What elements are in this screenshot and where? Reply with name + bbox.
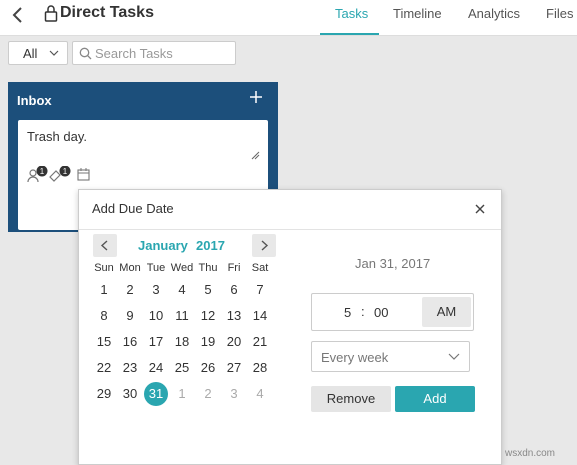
back-chevron-icon[interactable] [8,5,28,25]
task-text[interactable]: Trash day. [27,129,87,144]
calendar-day[interactable]: 23 [117,358,143,378]
prev-month-button[interactable] [93,234,117,257]
calendar-day[interactable]: 1 [91,280,117,300]
calendar-day[interactable]: 10 [143,306,169,326]
tab-tasks[interactable]: Tasks [335,6,368,21]
calendar-day[interactable]: 17 [143,332,169,352]
tab-timeline[interactable]: Timeline [393,6,442,21]
page-title: Direct Tasks [60,4,154,21]
calendar-day[interactable]: 13 [221,306,247,326]
assignee-icon[interactable] [27,169,39,183]
chevron-down-icon [49,50,59,56]
search-input[interactable] [95,44,233,62]
calendar-day[interactable]: 14 [247,306,273,326]
chevron-right-icon [261,240,269,251]
minute-input[interactable]: 00 [374,305,388,320]
calendar-day[interactable]: 20 [221,332,247,352]
calendar-day[interactable]: 6 [221,280,247,300]
lock-icon [44,5,58,22]
card-action-icons: 1 1 [27,166,90,183]
add-due-date-dialog: Add Due Date January 2017 Sun Mon Tue Wed Th… [78,189,502,465]
calendar-day[interactable]: 19 [195,332,221,352]
calendar-day[interactable]: 24 [143,358,169,378]
calendar-day[interactable]: 5 [195,280,221,300]
calendar-day[interactable]: 3 [143,280,169,300]
calendar-day[interactable]: 30 [117,384,143,404]
filter-selected-label: All [23,46,38,61]
calendar-day[interactable]: 8 [91,306,117,326]
next-month-button[interactable] [252,234,276,257]
chevron-down-icon [448,353,460,360]
hour-input[interactable]: 5 [344,305,351,320]
search-box[interactable] [72,41,236,65]
tab-analytics[interactable]: Analytics [468,6,520,21]
filter-dropdown[interactable]: All [8,41,68,65]
calendar-day[interactable]: 18 [169,332,195,352]
calendar-icon[interactable] [77,168,90,181]
calendar-day[interactable]: 2 [195,384,221,404]
assignee-count: 1 [40,167,45,176]
weekday-header: Sat [251,262,269,274]
search-icon [79,47,92,60]
calendar-month: January [138,238,188,253]
weekday-header: Fri [227,262,241,274]
top-bar: Direct Tasks Tasks Timeline Analytics Fi… [0,0,577,36]
board-title: Inbox [17,93,52,108]
add-button[interactable]: Add [395,386,475,412]
calendar-day[interactable]: 4 [169,280,195,300]
time-separator: : [361,304,365,319]
am-pm-toggle[interactable]: AM [422,297,471,327]
remove-button[interactable]: Remove [311,386,391,412]
repeat-selected-label: Every week [321,350,389,365]
resize-handle-icon[interactable] [251,151,260,160]
weekday-header: Thu [198,262,218,274]
calendar-day[interactable]: 4 [247,384,273,404]
calendar-day[interactable]: 2 [117,280,143,300]
dialog-divider [79,229,501,230]
calendar-year: 2017 [196,238,225,253]
active-tab-indicator [320,33,379,35]
tag-count: 1 [63,167,68,176]
calendar-day[interactable]: 7 [247,280,273,300]
add-task-icon[interactable] [249,90,263,104]
weekday-header: Wed [170,262,194,274]
tag-icon[interactable] [49,170,61,182]
calendar-day[interactable]: 27 [221,358,247,378]
calendar-day[interactable]: 16 [117,332,143,352]
calendar-day[interactable]: 9 [117,306,143,326]
time-picker: 5 : 00 AM [311,293,474,331]
calendar-day[interactable]: 28 [247,358,273,378]
weekday-header: Sun [94,262,114,274]
calendar-day[interactable]: 26 [195,358,221,378]
weekday-header: Tue [146,262,166,274]
close-icon[interactable] [475,204,485,214]
calendar-day[interactable]: 15 [91,332,117,352]
tab-files[interactable]: Files [546,6,573,21]
calendar-day[interactable]: 1 [169,384,195,404]
calendar-day[interactable]: 29 [91,384,117,404]
calendar-day[interactable]: 22 [91,358,117,378]
calendar-day[interactable]: 25 [169,358,195,378]
calendar-day[interactable]: 3 [221,384,247,404]
selected-date-display: Jan 31, 2017 [355,256,431,271]
calendar-day-selected[interactable]: 31 [144,382,168,406]
calendar-day[interactable]: 11 [169,306,195,326]
dialog-title: Add Due Date [92,201,174,216]
chevron-left-icon [100,240,108,251]
watermark: wsxdn.com [505,448,556,459]
calendar-day[interactable]: 21 [247,332,273,352]
calendar-day[interactable]: 12 [195,306,221,326]
weekday-header: Mon [119,262,141,274]
repeat-dropdown[interactable]: Every week [311,341,470,372]
